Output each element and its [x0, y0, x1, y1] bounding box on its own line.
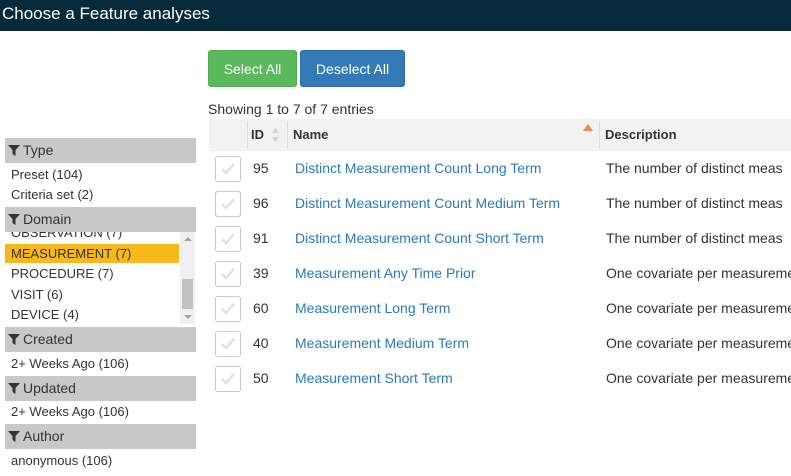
- scroll-up-arrow-icon[interactable]: [184, 237, 192, 241]
- facet-item-observation[interactable]: OBSERVATION (7): [5, 232, 179, 242]
- row-id: 39: [253, 265, 269, 281]
- row-name-link[interactable]: Distinct Measurement Count Short Term: [295, 221, 544, 256]
- row-id: 50: [253, 370, 269, 386]
- facet-header-label: Type: [23, 142, 54, 158]
- row-checkbox[interactable]: [215, 331, 241, 357]
- deselect-all-button[interactable]: Deselect All: [300, 50, 405, 87]
- check-icon: [221, 163, 235, 175]
- row-description: The number of distinct meas: [606, 195, 783, 211]
- facet-item-measurement[interactable]: MEASUREMENT (7): [5, 244, 179, 263]
- table-row[interactable]: 50 Measurement Short Term One covariate …: [209, 361, 791, 396]
- row-name-link[interactable]: Distinct Measurement Count Medium Term: [295, 186, 560, 221]
- column-divider: [247, 121, 248, 149]
- filter-icon: [8, 214, 20, 225]
- column-divider: [599, 121, 600, 149]
- table-row[interactable]: 96 Distinct Measurement Count Medium Ter…: [209, 186, 791, 221]
- row-description: One covariate per measuremen: [606, 300, 791, 316]
- table-row[interactable]: 39 Measurement Any Time Prior One covari…: [209, 256, 791, 291]
- table-row[interactable]: 91 Distinct Measurement Count Short Term…: [209, 221, 791, 256]
- row-checkbox[interactable]: [215, 226, 241, 252]
- row-description: The number of distinct meas: [606, 160, 783, 176]
- row-id: 96: [253, 195, 269, 211]
- filter-icon: [8, 334, 20, 345]
- facet-header-label: Created: [23, 331, 73, 347]
- facet-item-procedure[interactable]: PROCEDURE (7): [5, 264, 179, 283]
- column-header-description[interactable]: Description: [605, 119, 677, 151]
- row-checkbox[interactable]: [215, 261, 241, 287]
- column-header-name[interactable]: Name: [293, 119, 328, 151]
- table-header: ID Name Description: [209, 119, 791, 151]
- filter-icon: [8, 431, 20, 442]
- facet-header-label: Updated: [23, 380, 76, 396]
- row-checkbox[interactable]: [215, 366, 241, 392]
- facet-item-visit[interactable]: VISIT (6): [5, 285, 179, 304]
- check-icon: [221, 303, 235, 315]
- row-id: 95: [253, 160, 269, 176]
- check-icon: [221, 268, 235, 280]
- row-description: One covariate per measuremen: [606, 265, 791, 281]
- facet-item-created-2-weeks[interactable]: 2+ Weeks Ago (106): [11, 356, 129, 372]
- facet-item-device[interactable]: DEVICE (4): [5, 305, 179, 324]
- table-row[interactable]: 60 Measurement Long Term One covariate p…: [209, 291, 791, 326]
- sort-ascending-icon[interactable]: [583, 124, 593, 131]
- scrollbar-thumb[interactable]: [182, 279, 193, 309]
- sort-both-icon[interactable]: [272, 128, 279, 142]
- row-name-link[interactable]: Measurement Medium Term: [295, 326, 469, 361]
- facet-item-preset[interactable]: Preset (104): [11, 167, 83, 183]
- select-all-button[interactable]: Select All: [208, 50, 297, 87]
- row-checkbox[interactable]: [215, 296, 241, 322]
- row-id: 91: [253, 230, 269, 246]
- domain-facet-list[interactable]: OBSERVATION (7) MEASUREMENT (7) PROCEDUR…: [5, 232, 196, 324]
- facet-header-author[interactable]: Author: [5, 424, 196, 449]
- table-info: Showing 1 to 7 of 7 entries: [208, 101, 374, 117]
- facet-header-created[interactable]: Created: [5, 327, 196, 352]
- filter-icon: [8, 145, 20, 156]
- row-id: 60: [253, 300, 269, 316]
- row-checkbox[interactable]: [215, 156, 241, 182]
- scroll-down-arrow-icon[interactable]: [184, 315, 192, 319]
- row-name-link[interactable]: Measurement Short Term: [295, 361, 453, 396]
- row-description: The number of distinct meas: [606, 230, 783, 246]
- facet-panel: Type Preset (104) Criteria set (2) Domai…: [0, 0, 196, 476]
- row-description: One covariate per measuremen: [606, 335, 791, 351]
- column-header-id[interactable]: ID: [251, 119, 264, 151]
- facet-header-type[interactable]: Type: [5, 138, 196, 163]
- row-name-link[interactable]: Measurement Any Time Prior: [295, 256, 476, 291]
- facet-item-criteria-set[interactable]: Criteria set (2): [11, 187, 93, 203]
- facet-item-anonymous[interactable]: anonymous (106): [11, 453, 112, 469]
- facet-header-label: Domain: [23, 211, 72, 227]
- check-icon: [221, 338, 235, 350]
- check-icon: [221, 198, 235, 210]
- table-row[interactable]: 40 Measurement Medium Term One covariate…: [209, 326, 791, 361]
- facet-header-updated[interactable]: Updated: [5, 376, 196, 401]
- facet-header-domain[interactable]: Domain: [5, 207, 196, 232]
- check-icon: [221, 373, 235, 385]
- domain-scrollbar[interactable]: [180, 232, 195, 324]
- column-divider: [287, 121, 288, 149]
- row-id: 40: [253, 335, 269, 351]
- filter-icon: [8, 383, 20, 394]
- facet-header-label: Author: [23, 428, 65, 444]
- row-checkbox[interactable]: [215, 191, 241, 217]
- check-icon: [221, 233, 235, 245]
- row-description: One covariate per measuremen: [606, 370, 791, 386]
- facet-item-updated-2-weeks[interactable]: 2+ Weeks Ago (106): [11, 404, 129, 420]
- table-row[interactable]: 95 Distinct Measurement Count Long Term …: [209, 151, 791, 186]
- row-name-link[interactable]: Measurement Long Term: [295, 291, 450, 326]
- row-name-link[interactable]: Distinct Measurement Count Long Term: [295, 151, 541, 186]
